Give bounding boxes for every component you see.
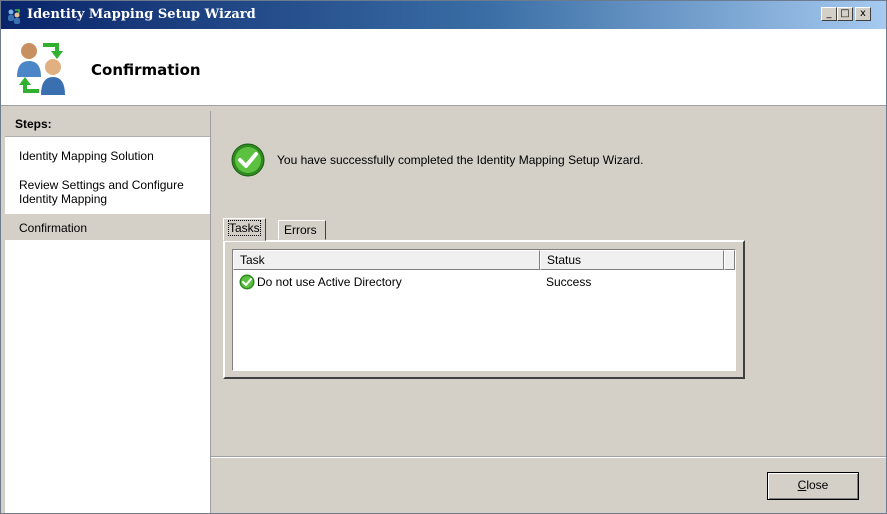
- step-confirmation[interactable]: Confirmation: [19, 221, 205, 235]
- app-icon: [8, 9, 20, 24]
- window-title: Identity Mapping Setup Wizard: [27, 7, 256, 22]
- tasks-tab-panel: Task Status Do not use Active Directory …: [223, 240, 745, 379]
- steps-pane: Steps: Identity Mapping Solution Review …: [5, 111, 211, 513]
- steps-heading: Steps:: [15, 117, 52, 131]
- minimize-button[interactable]: _: [821, 7, 837, 21]
- wizard-header: Confirmation: [1, 29, 886, 106]
- page-title: Confirmation: [91, 61, 201, 79]
- close-window-button[interactable]: x: [855, 7, 871, 21]
- step-review-settings[interactable]: Review Settings and Configure Identity M…: [19, 178, 205, 206]
- footer: Close: [211, 458, 886, 513]
- tab-tasks-label: Tasks: [228, 220, 261, 236]
- step-identity-mapping-solution[interactable]: Identity Mapping Solution: [19, 149, 205, 163]
- tasks-table[interactable]: Task Status Do not use Active Directory …: [232, 249, 736, 371]
- close-button[interactable]: Close: [767, 472, 859, 500]
- wizard-users-icon: [17, 43, 65, 95]
- success-check-icon: [231, 143, 265, 177]
- tab-tasks[interactable]: Tasks: [223, 218, 266, 241]
- table-row-status[interactable]: Success: [546, 275, 591, 289]
- maximize-button[interactable]: □: [837, 7, 853, 21]
- close-label-rest: lose: [806, 478, 829, 492]
- column-header-status[interactable]: Status: [540, 250, 724, 270]
- main-content: You have successfully completed the Iden…: [211, 111, 886, 456]
- title-bar[interactable]: Identity Mapping Setup Wizard _ □ x: [1, 1, 886, 29]
- wizard-window: Identity Mapping Setup Wizard _ □ x Conf…: [0, 0, 887, 514]
- column-header-filler: [724, 250, 735, 270]
- steps-heading-bar: Steps:: [5, 111, 210, 137]
- tab-errors[interactable]: Errors: [278, 220, 326, 240]
- success-message: You have successfully completed the Iden…: [277, 153, 644, 167]
- column-header-task[interactable]: Task: [233, 250, 540, 270]
- row-success-icon: [239, 274, 255, 290]
- table-row-task[interactable]: Do not use Active Directory: [257, 275, 402, 289]
- tab-errors-label: Errors: [284, 223, 317, 237]
